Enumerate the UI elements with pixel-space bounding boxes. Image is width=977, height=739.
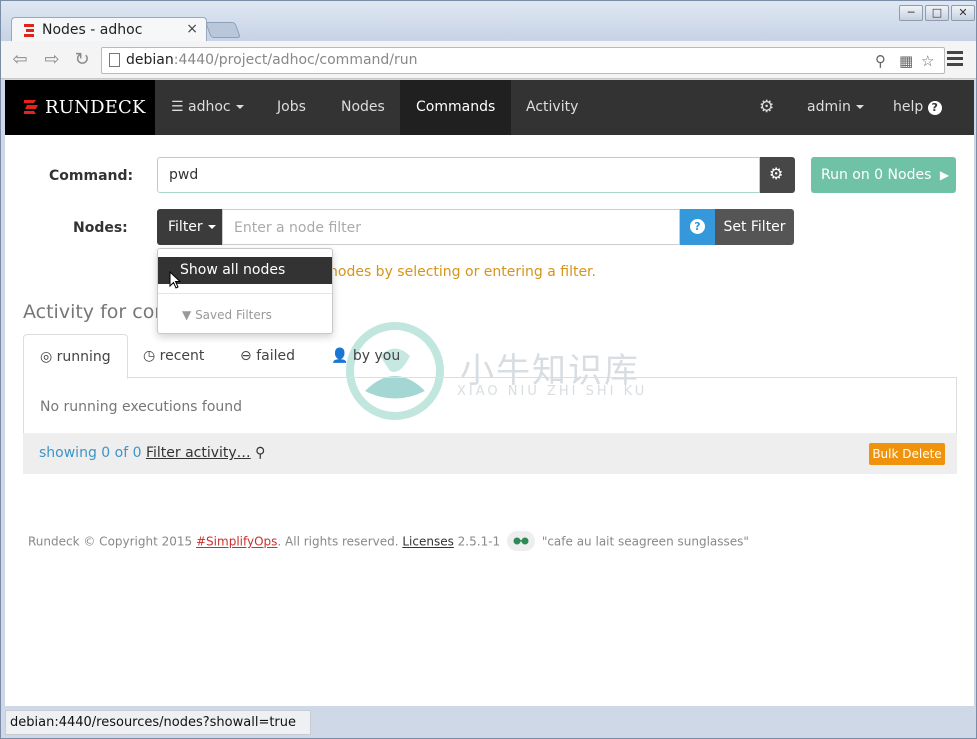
command-value: pwd [169, 167, 199, 183]
address-bar[interactable]: debian:4440/project/adhoc/command/run ⚲ … [101, 47, 945, 74]
minimize-icon[interactable]: ─ [899, 5, 923, 21]
command-options-button[interactable]: ⚙ [760, 157, 795, 193]
project-list-icon: ☰ [171, 99, 184, 115]
licenses-link[interactable]: Licenses [402, 535, 454, 549]
status-bar: debian:4440/resources/nodes?showall=true [5, 710, 312, 735]
sunglasses-icon [507, 531, 535, 551]
new-tab-button[interactable] [205, 22, 241, 38]
forward-icon[interactable]: ⇨ [41, 49, 63, 71]
tab-title: Nodes - adhoc [42, 22, 143, 38]
browser-window: Nodes - adhoc × ─ □ ✕ ⇦ ⇨ ↻ debian:4440/… [0, 0, 977, 739]
translate-icon[interactable]: ▦ [899, 52, 913, 70]
main-content: Command: pwd ⚙ Run on 0 Nodes ▶ Nodes: F… [5, 135, 974, 706]
nodes-label: Nodes: [73, 220, 128, 236]
play-icon: ▶ [939, 168, 950, 182]
simplifyops-link[interactable]: #SimplifyOps [196, 535, 277, 549]
nodes-hint: nodes by selecting or entering a filter. [329, 264, 596, 280]
help-question-icon: ? [927, 101, 942, 115]
browser-tab[interactable]: Nodes - adhoc × [11, 17, 207, 43]
set-filter-button[interactable]: Set Filter [715, 209, 794, 245]
rundeck-logo-icon [24, 100, 38, 114]
filter-dropdown-button[interactable]: Filter [157, 209, 222, 245]
activity-title: Activity for com [23, 301, 173, 323]
rundeck-favicon-icon [24, 24, 34, 37]
minus-circle-icon: ⊖ [240, 348, 252, 364]
title-bar: Nodes - adhoc × ─ □ ✕ [1, 1, 976, 43]
show-all-nodes-option[interactable]: Show all nodes [158, 257, 332, 284]
search-icon[interactable]: ⚲ [255, 445, 265, 461]
user-menu[interactable]: admin [791, 80, 880, 135]
page-footer: Rundeck © Copyright 2015 #SimplifyOps. A… [28, 531, 749, 552]
activity-footer: showing 0 of 0 Filter activity… ⚲ Bulk D… [23, 433, 957, 474]
close-icon[interactable]: ✕ [951, 5, 975, 21]
back-icon[interactable]: ⇦ [9, 49, 31, 71]
tab-failed[interactable]: ⊖ failed [240, 334, 295, 378]
url-text: debian:4440/project/adhoc/command/run [126, 52, 418, 68]
help-menu[interactable]: help ? [877, 80, 958, 135]
tab-by-you[interactable]: 👤 by you [331, 334, 400, 378]
bookmark-star-icon[interactable]: ☆ [921, 52, 934, 70]
page-icon [109, 53, 120, 67]
brand-name: RUNDECK [45, 97, 146, 118]
nav-jobs[interactable]: Jobs [261, 80, 322, 135]
filter-funnel-icon: ▼ [182, 308, 192, 322]
mouse-cursor-icon [169, 271, 182, 289]
clock-icon: ◷ [143, 348, 156, 364]
gear-icon: ⚙ [769, 164, 784, 183]
empty-message: No running executions found [40, 399, 243, 415]
app-navbar: RUNDECK ☰ adhoc Jobs Nodes Commands Acti… [5, 80, 974, 135]
filter-dropdown-menu: Show all nodes ▼ Saved Filters [157, 248, 333, 334]
tab-close-icon[interactable]: × [186, 21, 198, 37]
activity-panel: No running executions found [23, 378, 957, 433]
nav-activity[interactable]: Activity [510, 80, 594, 135]
node-filter-input[interactable]: Enter a node filter [222, 209, 680, 245]
settings-gear-icon[interactable]: ⚙ [743, 80, 790, 135]
saved-filters-header: ▼ Saved Filters [182, 308, 272, 322]
search-icon[interactable]: ⚲ [875, 52, 886, 70]
brand[interactable]: RUNDECK [5, 80, 155, 135]
command-label: Command: [49, 168, 134, 184]
showing-count: showing 0 of 0 Filter activity… ⚲ [39, 445, 266, 461]
reload-icon[interactable]: ↻ [71, 49, 93, 71]
command-input[interactable]: pwd [157, 157, 760, 193]
question-circle-icon: ? [690, 219, 705, 234]
browser-toolbar: ⇦ ⇨ ↻ debian:4440/project/adhoc/command/… [1, 41, 976, 79]
user-icon: 👤 [331, 348, 349, 364]
filter-activity-link[interactable]: Filter activity… [146, 445, 251, 461]
maximize-icon[interactable]: □ [925, 5, 949, 21]
tab-recent[interactable]: ◷ recent [143, 334, 204, 378]
menu-divider [158, 293, 332, 294]
browser-menu-icon[interactable] [947, 51, 963, 69]
project-dropdown[interactable]: ☰ adhoc [155, 80, 260, 135]
tab-running[interactable]: ◎ running [23, 334, 128, 379]
filter-help-button[interactable]: ? [680, 209, 715, 245]
run-button[interactable]: Run on 0 Nodes ▶ [811, 157, 956, 193]
node-filter-placeholder: Enter a node filter [234, 220, 362, 236]
nav-nodes[interactable]: Nodes [325, 80, 401, 135]
bulk-delete-button[interactable]: Bulk Delete [869, 443, 945, 465]
activity-tabs: ◎ running ◷ recent ⊖ failed 👤 by you [23, 334, 957, 379]
play-circle-icon: ◎ [40, 349, 53, 365]
nav-commands[interactable]: Commands [400, 80, 512, 135]
